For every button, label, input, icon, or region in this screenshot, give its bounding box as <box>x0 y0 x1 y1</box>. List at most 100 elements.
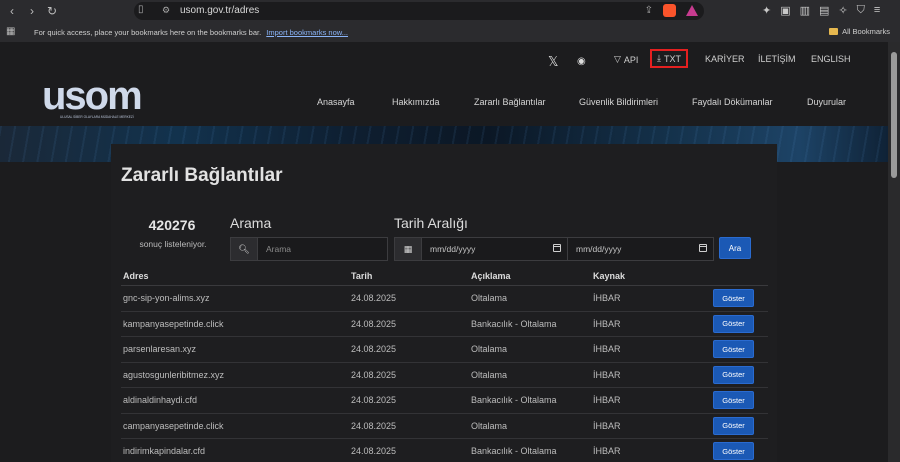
cell-kaynak: İHBAR <box>593 344 621 354</box>
cell-aciklama: Bankacılık - Oltalama <box>471 395 557 405</box>
table-row: parsenlaresan.xyz 24.08.2025 Oltalama İHBAR… <box>121 337 768 363</box>
header-adres: Adres <box>123 271 149 281</box>
apps-icon[interactable]: ▦ <box>6 26 15 37</box>
forward-icon[interactable]: › <box>24 3 40 19</box>
wallet-icon[interactable]: ▤ <box>819 4 829 17</box>
rss-icon[interactable]: ◉ <box>577 56 586 67</box>
share-icon[interactable]: ⇪ <box>645 5 653 16</box>
sidebar-icon[interactable]: ▥ <box>800 4 810 17</box>
brave-rewards-icon[interactable] <box>686 5 698 16</box>
nav-zararli-baglantilar[interactable]: Zararlı Bağlantılar <box>474 97 546 107</box>
usom-logo[interactable]: usom ULUSAL SİBER OLAYLARA MÜDAHALE MERK… <box>42 70 143 122</box>
bookmark-icon[interactable]: ▯ <box>138 4 144 15</box>
reload-icon[interactable]: ↻ <box>44 3 60 19</box>
goster-button[interactable]: Göster <box>713 365 754 384</box>
table-body: gnc-sip-yon-alims.xyz 24.08.2025 Oltalama İ… <box>121 286 768 462</box>
nav-guvenlik-bildirimleri[interactable]: Güvenlik Bildirimleri <box>579 97 658 107</box>
goster-button[interactable]: Göster <box>713 416 754 435</box>
page-content: usom ULUSAL SİBER OLAYLARA MÜDAHALE MERK… <box>0 42 888 462</box>
cell-tarih: 24.08.2025 <box>351 369 397 380</box>
back-icon[interactable]: ‹ <box>4 3 20 19</box>
cell-adres: kampanyasepetinde.click <box>123 318 224 329</box>
all-bookmarks-button[interactable]: All Bookmarks <box>829 27 890 36</box>
import-bookmarks-link[interactable]: Import bookmarks now... <box>266 28 348 37</box>
cell-tarih: 24.08.2025 <box>351 318 397 329</box>
english-link[interactable]: ENGLISH <box>811 54 851 64</box>
goster-button[interactable]: Göster <box>713 289 754 307</box>
cell-adres: indirimkapindalar.cfd <box>123 446 206 456</box>
date-to-picker-icon[interactable] <box>699 244 707 252</box>
cell-aciklama: Oltalama <box>471 344 508 354</box>
nav-faydali-dokumanlar[interactable]: Faydalı Dökümanlar <box>692 97 773 107</box>
address-bar[interactable]: ▯ ⚙ usom.gov.tr/adres ⇪ <box>134 2 704 20</box>
cell-tarih: 24.08.2025 <box>351 420 397 431</box>
header-aciklama: Açıklama <box>471 271 511 281</box>
goster-button[interactable]: Göster <box>713 442 754 460</box>
table-row: aldinaldinhaydi.cfd 24.08.2025 Bankacılık … <box>121 388 768 414</box>
table-row: kampanyasepetinde.click 24.08.2025 Bankacı… <box>121 312 768 337</box>
result-count: 420276 <box>148 217 196 233</box>
cell-adres: campanyasepetinde.click <box>123 420 224 431</box>
scrollbar[interactable] <box>888 42 900 462</box>
table-header: Adres Tarih Açıklama Kaynak <box>121 264 768 286</box>
cell-adres: aldinaldinhaydi.cfd <box>123 395 198 405</box>
content-card: Zararlı Bağlantılar 420276 sonuç listele… <box>111 144 777 462</box>
site-settings-icon[interactable]: ⚙ <box>162 5 170 16</box>
cell-kaynak: İHBAR <box>593 420 621 431</box>
cell-kaynak: İHBAR <box>593 395 621 405</box>
download-icon: ⤓ <box>657 53 661 63</box>
browser-chrome: ‹ › ↻ ▯ ⚙ usom.gov.tr/adres ⇪ ✦ ▣ ▥ ▤ ✧ … <box>0 0 900 42</box>
cell-aciklama: Bankacılık - Oltalama <box>471 446 557 456</box>
api-link[interactable]: ▽ API <box>614 54 638 65</box>
bookmarks-bar: ▦ For quick access, place your bookmarks… <box>0 22 900 42</box>
table-row: indirimkapindalar.cfd 24.08.2025 Bankacılı… <box>121 439 768 462</box>
cell-aciklama: Oltalama <box>471 369 508 380</box>
goster-button[interactable]: Göster <box>713 314 754 333</box>
brave-shields-icon[interactable] <box>663 4 676 17</box>
cell-kaynak: İHBAR <box>593 293 621 303</box>
date-to-input[interactable]: mm/dd/yyyy <box>567 238 713 260</box>
url-text[interactable]: usom.gov.tr/adres <box>180 5 259 16</box>
cell-tarih: 24.08.2025 <box>351 395 397 405</box>
goster-button[interactable]: Göster <box>713 340 754 358</box>
date-range-label: Tarih Aralığı <box>394 215 468 231</box>
cell-adres: parsenlaresan.xyz <box>123 344 197 354</box>
cell-aciklama: Oltalama <box>471 293 508 303</box>
nav-duyurular[interactable]: Duyurular <box>807 97 846 107</box>
scrollbar-thumb[interactable] <box>891 52 897 178</box>
date-from-picker-icon[interactable] <box>553 244 561 252</box>
search-input[interactable] <box>258 238 387 260</box>
date-from-input[interactable]: mm/dd/yyyy <box>422 238 567 260</box>
vpn-icon[interactable]: ⛉ <box>857 4 865 17</box>
cell-aciklama: Bankacılık - Oltalama <box>471 318 557 329</box>
x-twitter-icon[interactable]: 𝕏 <box>548 54 558 70</box>
cell-adres: gnc-sip-yon-alims.xyz <box>123 293 210 303</box>
extensions-icon[interactable]: ✦ <box>762 4 771 17</box>
leo-icon[interactable]: ✧ <box>838 4 847 17</box>
browser-toolbar: ‹ › ↻ ▯ ⚙ usom.gov.tr/adres ⇪ ✦ ▣ ▥ ▤ ✧ … <box>0 0 900 22</box>
cell-aciklama: Oltalama <box>471 420 508 431</box>
filter-icon: ▽ <box>614 54 621 64</box>
search-icon: 🔍︎ <box>231 238 258 260</box>
results-table: Adres Tarih Açıklama Kaynak gnc-sip-yon-… <box>121 264 768 462</box>
media-icon[interactable]: ▣ <box>780 4 790 17</box>
nav-hakkimizda[interactable]: Hakkımızda <box>392 97 440 107</box>
cell-tarih: 24.08.2025 <box>351 293 397 303</box>
table-row: campanyasepetinde.click 24.08.2025 Oltalam… <box>121 414 768 439</box>
cell-adres: agustosgunleribitmez.xyz <box>123 369 225 380</box>
cell-kaynak: İHBAR <box>593 318 621 329</box>
iletisim-link[interactable]: İLETİŞİM <box>758 54 796 64</box>
header-kaynak: Kaynak <box>593 271 626 281</box>
goster-button[interactable]: Göster <box>713 391 754 409</box>
result-count-label: sonuç listeleniyor. <box>139 239 207 249</box>
txt-download-link[interactable]: ⤓ TXT <box>650 49 688 68</box>
bookmarks-hint: For quick access, place your bookmarks h… <box>34 28 348 37</box>
menu-icon[interactable]: ≡ <box>874 4 880 17</box>
kariyer-link[interactable]: KARİYER <box>705 54 745 64</box>
search-button[interactable]: Ara <box>719 237 751 259</box>
nav-anasayfa[interactable]: Anasayfa <box>317 97 355 107</box>
cell-kaynak: İHBAR <box>593 446 621 456</box>
header-tarih: Tarih <box>351 271 373 281</box>
cell-tarih: 24.08.2025 <box>351 344 397 354</box>
folder-icon <box>829 28 839 35</box>
